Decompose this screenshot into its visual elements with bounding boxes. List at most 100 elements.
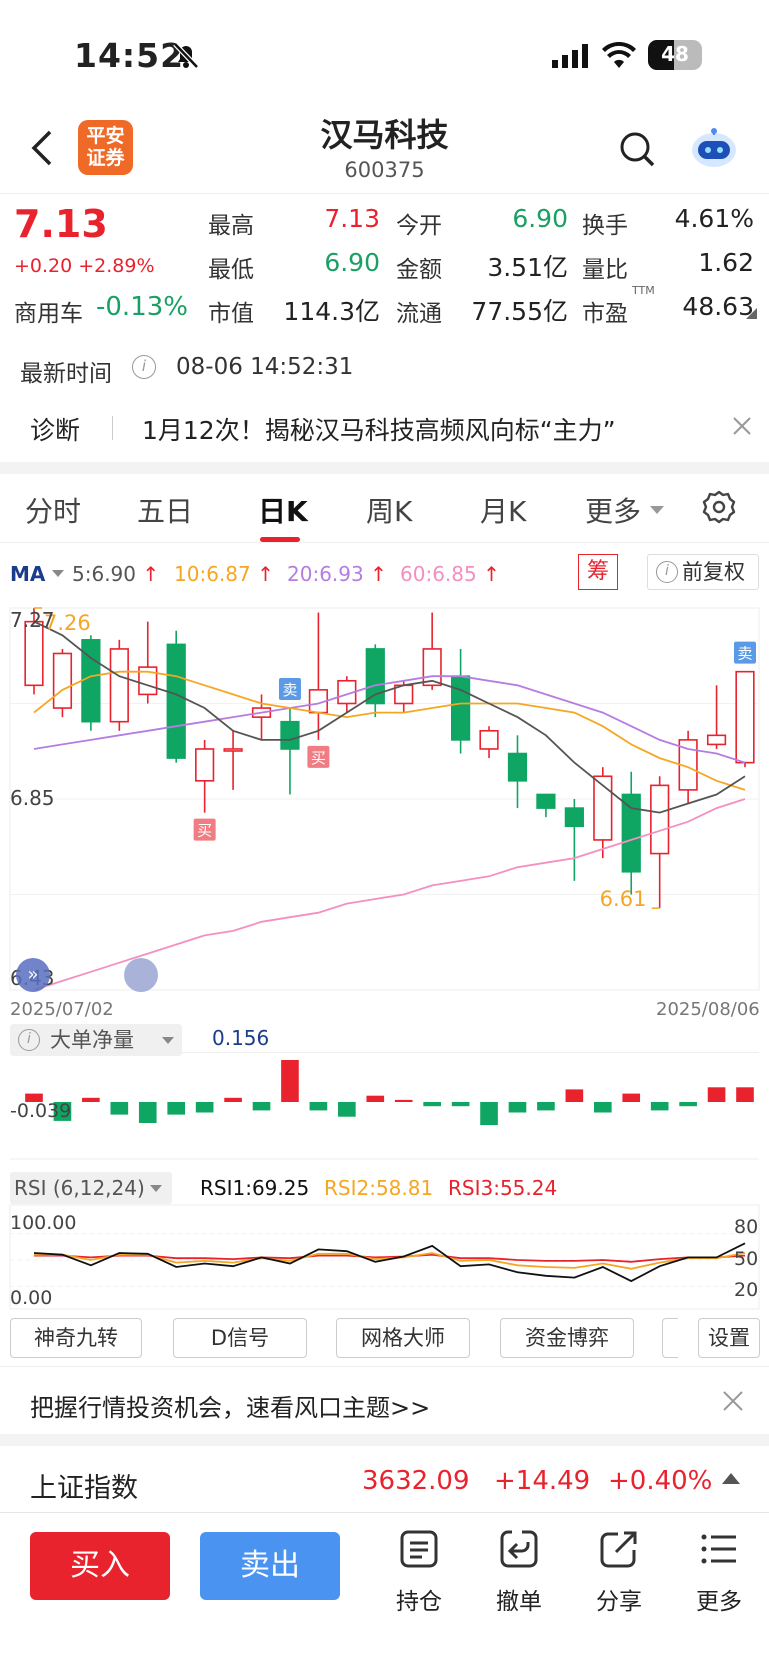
high-label: 最高: [208, 213, 254, 239]
info-icon: i: [656, 561, 678, 583]
y-axis-top-label: 7.27: [10, 608, 55, 632]
ma10-value: 10:6.87 ↑: [174, 562, 274, 586]
index-pct: +0.40%: [608, 1466, 713, 1496]
high-value: 7.13: [324, 204, 380, 233]
tool-magic-nine-button[interactable]: 神奇九转: [10, 1318, 142, 1358]
candlestick-chart[interactable]: 7.266.61买卖买卖: [0, 598, 769, 1023]
ma20-value: 20:6.93 ↑: [287, 562, 387, 586]
diagnosis-label[interactable]: 诊断: [30, 411, 80, 447]
ma5-value: 5:6.90 ↑: [72, 562, 160, 586]
cancel-order-icon[interactable]: [498, 1528, 540, 1574]
fullscreen-icon[interactable]: [124, 958, 158, 992]
diagnosis-headline[interactable]: 1月12次！揭秘汉马科技高频风向标“主力”: [142, 411, 702, 447]
tab-monthly-k[interactable]: 月K: [480, 490, 526, 530]
rsi-indicator-selector[interactable]: RSI (6,12,24): [10, 1172, 172, 1204]
candle: [109, 648, 129, 723]
candle: [564, 807, 584, 828]
scroll-left-button[interactable]: »: [16, 958, 50, 992]
signal-icon: [552, 44, 590, 72]
tab-five-day[interactable]: 五日: [137, 490, 193, 530]
turnover-label: 换手: [582, 213, 628, 239]
tool-fund-game-button[interactable]: 资金博弈: [500, 1318, 634, 1358]
flow-bar: [167, 1102, 186, 1115]
tool-settings-button[interactable]: 设置: [698, 1318, 760, 1358]
sector-name[interactable]: 商用车: [14, 294, 83, 328]
flow-bar: [394, 1099, 413, 1102]
rsi-level-80: 80: [734, 1216, 759, 1238]
sell-marker-label: 卖: [282, 681, 297, 699]
flow-bar: [679, 1102, 697, 1107]
flow-bar: [338, 1102, 356, 1117]
expand-corner-icon[interactable]: [746, 308, 757, 319]
ma-dropdown-icon[interactable]: [52, 570, 64, 577]
volume-ratio-label: 量比: [582, 257, 628, 283]
ma5-line: [33, 620, 746, 814]
close-diagnosis-icon[interactable]: [732, 416, 752, 440]
ma-label[interactable]: MA: [10, 562, 45, 586]
expand-up-icon[interactable]: [722, 1473, 740, 1484]
rsi-level-50: 50: [734, 1248, 759, 1270]
tab-daily-k[interactable]: 日K: [258, 490, 308, 530]
flow-bar-chart[interactable]: [0, 1052, 769, 1160]
candle: [621, 793, 641, 873]
more-menu-icon[interactable]: [698, 1528, 740, 1574]
volume-ratio-value: 1.62: [698, 248, 754, 277]
open-label: 今开: [396, 213, 442, 239]
rsi1-line: [33, 1242, 746, 1283]
info-icon[interactable]: i: [132, 355, 156, 379]
tab-weekly-k[interactable]: 周K: [366, 490, 412, 530]
chart-settings-gear-icon[interactable]: [702, 490, 736, 528]
cancel-order-label[interactable]: 撤单: [484, 1582, 554, 1616]
buy-marker-label: 买: [311, 749, 326, 767]
low-value: 6.90: [324, 248, 380, 277]
price-change: +0.20 +2.89%: [14, 255, 155, 277]
candle: [280, 720, 300, 750]
sell-button[interactable]: 卖出: [200, 1532, 340, 1600]
promo-banner-text[interactable]: 把握行情投资机会，速看风口主题>>: [30, 1388, 430, 1423]
float-value: 77.55亿: [471, 297, 568, 326]
flow-bar: [252, 1102, 271, 1111]
adjust-button[interactable]: i 前复权: [647, 554, 759, 590]
holdings-icon[interactable]: [398, 1528, 440, 1574]
rsi-line-chart[interactable]: [0, 1204, 769, 1310]
rsi3-value: RSI3:55.24: [448, 1176, 558, 1200]
low-price-label: 6.61: [600, 887, 647, 911]
mute-icon: [172, 40, 200, 74]
flow-bar: [451, 1102, 470, 1107]
flow-bar: [82, 1097, 100, 1102]
buy-button[interactable]: 买入: [30, 1532, 170, 1600]
low-label: 最低: [208, 257, 254, 283]
search-icon[interactable]: [618, 130, 656, 172]
update-time-label: 最新时间: [20, 361, 112, 387]
status-time: 14:52: [74, 36, 185, 75]
share-label[interactable]: 分享: [584, 1582, 654, 1616]
holdings-label[interactable]: 持仓: [384, 1582, 454, 1616]
flow-bar: [650, 1102, 669, 1111]
share-icon[interactable]: [598, 1528, 640, 1574]
tab-intraday[interactable]: 分时: [25, 490, 81, 530]
update-time-value: 08-06 14:52:31: [176, 354, 354, 380]
tool-grid-master-button[interactable]: 网格大师: [336, 1318, 470, 1358]
start-date-label: 2025/07/02: [10, 999, 114, 1020]
flow-bar: [593, 1102, 612, 1113]
candle: [166, 643, 186, 759]
wifi-icon: [602, 41, 636, 72]
chip-distribution-button[interactable]: 筹: [578, 554, 618, 590]
tool-partial-button[interactable]: [662, 1318, 678, 1358]
candle: [450, 675, 471, 741]
robot-assistant-icon[interactable]: [688, 126, 740, 174]
tab-more[interactable]: 更多: [585, 490, 641, 530]
open-value: 6.90: [512, 204, 568, 233]
index-name[interactable]: 上证指数: [30, 1466, 138, 1505]
rsi-level-20: 20: [734, 1279, 759, 1301]
candle: [422, 648, 442, 687]
flow-bar: [224, 1097, 242, 1102]
rsi-y-bottom-label: 0.00: [10, 1287, 53, 1309]
sector-change[interactable]: -0.13%: [96, 292, 188, 322]
tool-d-signal-button[interactable]: D信号: [173, 1318, 307, 1358]
flow-bar: [281, 1060, 299, 1102]
more-label[interactable]: 更多: [684, 1582, 754, 1616]
candle: [650, 784, 670, 855]
amount-label: 金额: [396, 257, 442, 283]
close-banner-icon[interactable]: [722, 1390, 744, 1416]
